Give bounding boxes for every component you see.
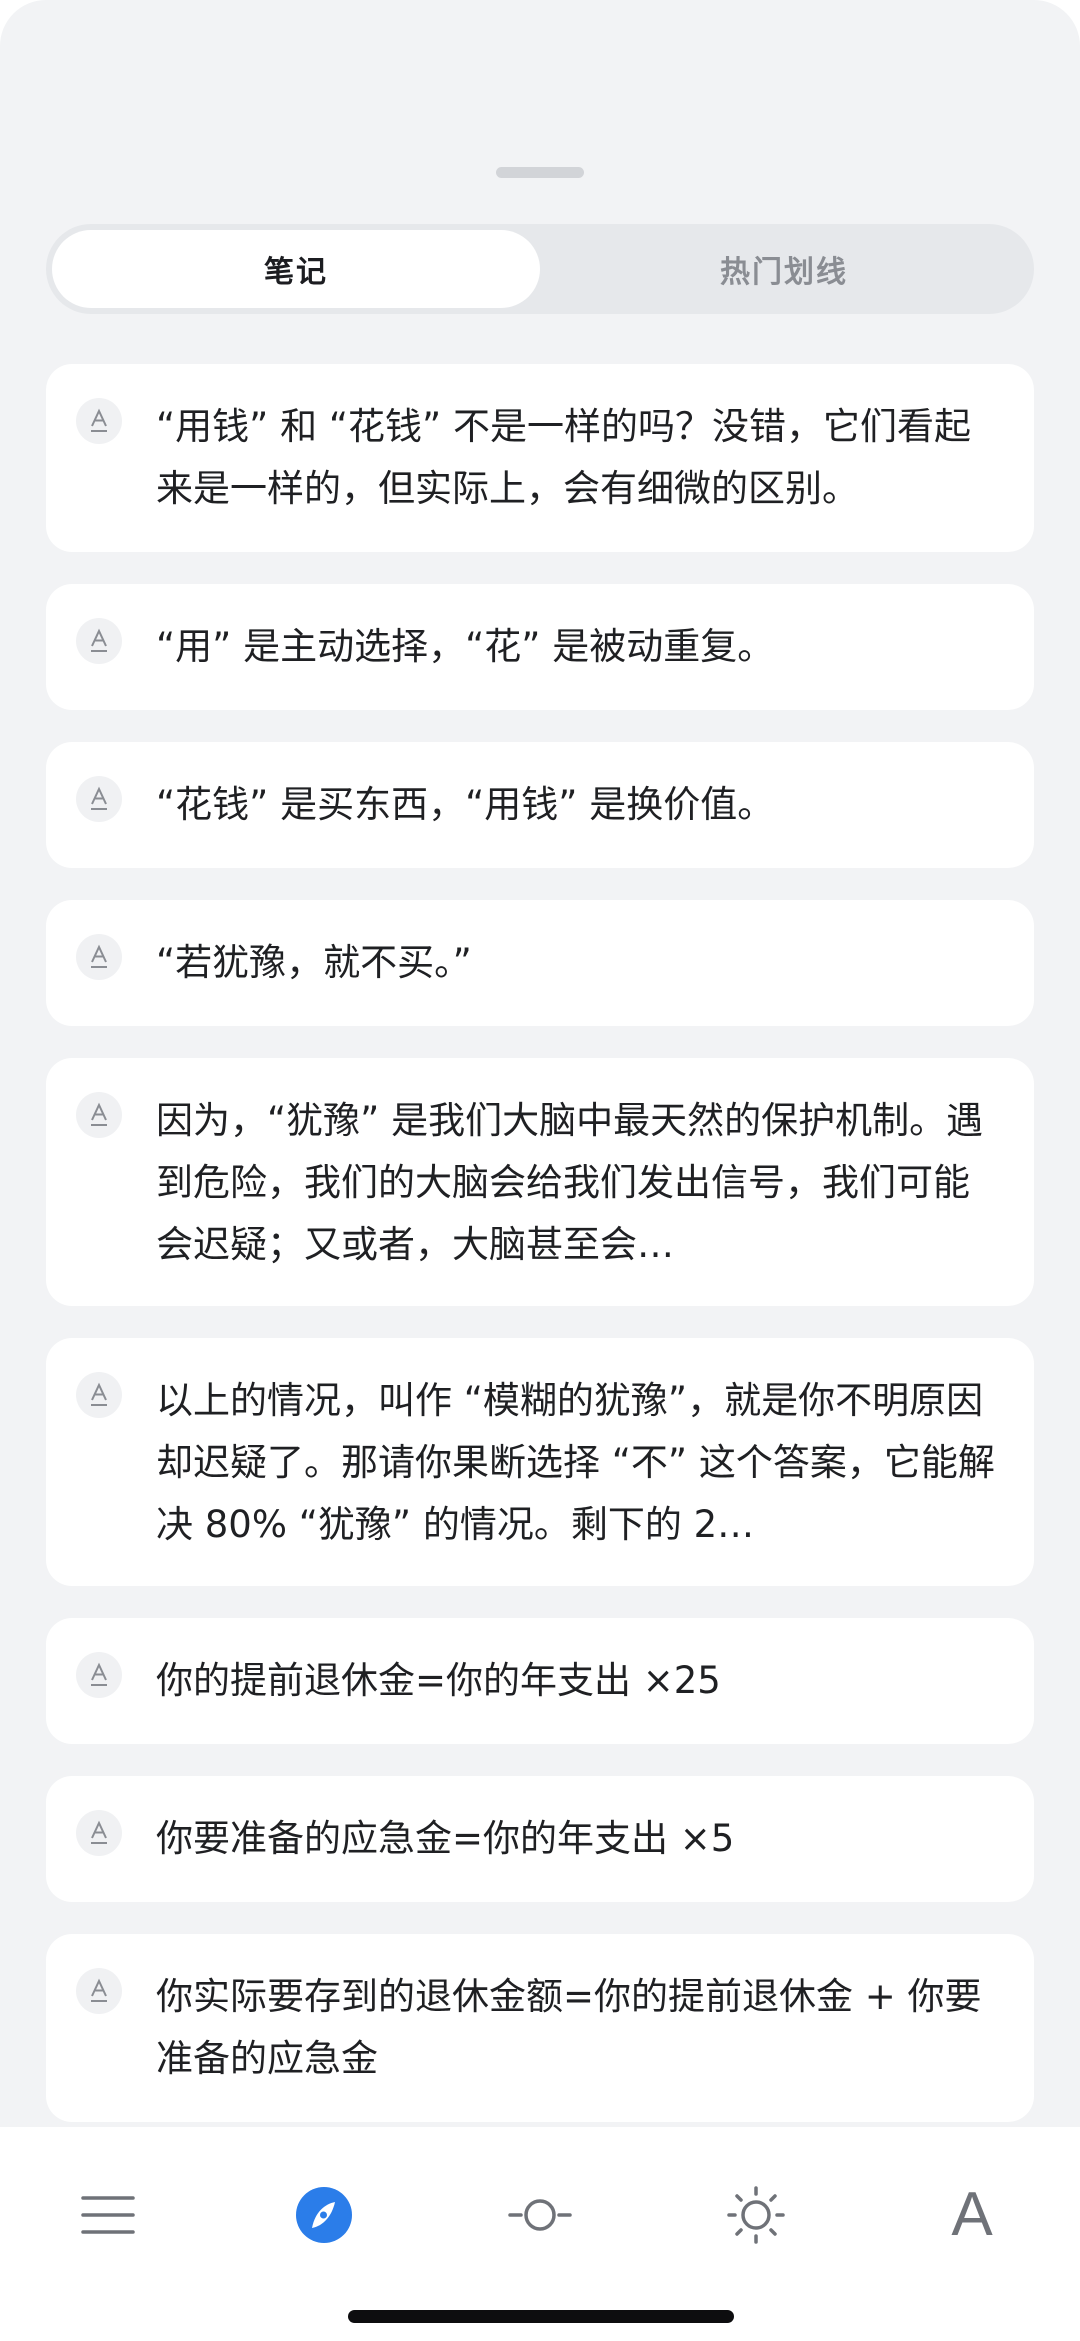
note-card[interactable]: “花钱” 是买东西，“用钱” 是换价值。 — [46, 742, 1034, 868]
underline-icon — [76, 1652, 122, 1698]
note-card[interactable]: 以上的情况，叫作 “模糊的犹豫”，就是你不明原因却迟疑了。那请你果断选择 “不”… — [46, 1338, 1034, 1586]
notes-sheet: 笔记 热门划线 “用钱” 和 “花钱” 不是一样的吗？没错，它们看起来是一样的，… — [0, 0, 1080, 2341]
note-text: 以上的情况，叫作 “模糊的犹豫”，就是你不明原因却迟疑了。那请你果断选择 “不”… — [156, 1379, 995, 1546]
sheet-grabber[interactable] — [496, 167, 584, 178]
menu-icon[interactable] — [68, 2175, 148, 2255]
note-card[interactable]: “用钱” 和 “花钱” 不是一样的吗？没错，它们看起来是一样的，但实际上，会有细… — [46, 364, 1034, 552]
underline-icon — [76, 776, 122, 822]
brightness-slider-icon[interactable] — [500, 2175, 580, 2255]
underline-icon — [76, 1372, 122, 1418]
home-indicator[interactable] — [348, 2310, 734, 2323]
note-text: “用” 是主动选择，“花” 是被动重复。 — [156, 625, 775, 668]
note-card[interactable]: 你实际要存到的退休金额=你的提前退休金 + 你要准备的应急金 — [46, 1934, 1034, 2122]
note-card[interactable]: 你要准备的应急金=你的年支出 ×5 — [46, 1776, 1034, 1902]
note-card[interactable]: “用” 是主动选择，“花” 是被动重复。 — [46, 584, 1034, 710]
underline-icon — [76, 1092, 122, 1138]
note-text: 你要准备的应急金=你的年支出 ×5 — [156, 1817, 735, 1860]
underline-icon — [76, 398, 122, 444]
note-text: 你的提前退休金=你的年支出 ×25 — [156, 1659, 721, 1702]
underline-icon — [76, 618, 122, 664]
font-icon[interactable]: A — [932, 2175, 1012, 2255]
note-card[interactable]: 因为，“犹豫” 是我们大脑中最天然的保护机制。遇到危险，我们的大脑会给我们发出信… — [46, 1058, 1034, 1306]
note-text: 因为，“犹豫” 是我们大脑中最天然的保护机制。遇到危险，我们的大脑会给我们发出信… — [156, 1099, 984, 1266]
note-text: “若犹豫，就不买。” — [156, 941, 472, 984]
tab-switcher: 笔记 热门划线 — [46, 224, 1034, 314]
sun-icon[interactable] — [716, 2175, 796, 2255]
note-text: 你实际要存到的退休金额=你的提前退休金 + 你要准备的应急金 — [156, 1975, 982, 2080]
compass-icon[interactable] — [284, 2175, 364, 2255]
tab-popular-highlights[interactable]: 热门划线 — [540, 230, 1028, 308]
underline-icon — [76, 1810, 122, 1856]
note-text: “用钱” 和 “花钱” 不是一样的吗？没错，它们看起来是一样的，但实际上，会有细… — [156, 405, 971, 510]
tab-notes[interactable]: 笔记 — [52, 230, 540, 308]
bottom-toolbar: A — [0, 2127, 1080, 2341]
underline-icon — [76, 934, 122, 980]
underline-icon — [76, 1968, 122, 2014]
note-card[interactable]: “若犹豫，就不买。” — [46, 900, 1034, 1026]
note-text: “花钱” 是买东西，“用钱” 是换价值。 — [156, 783, 775, 826]
note-card[interactable]: 你的提前退休金=你的年支出 ×25 — [46, 1618, 1034, 1744]
font-size-label: A — [951, 2180, 993, 2249]
